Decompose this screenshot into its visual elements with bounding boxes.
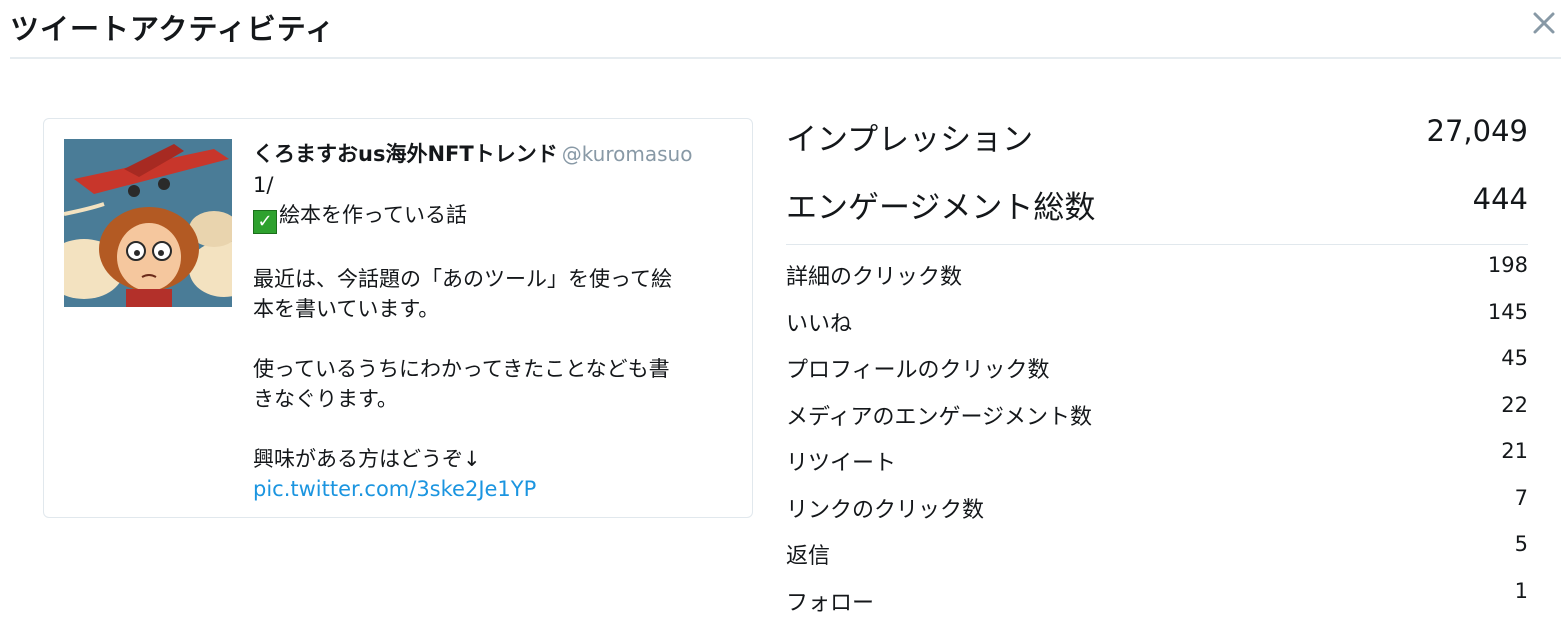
stat-label: メディアのエンゲージメント数	[786, 404, 1093, 430]
modal-header: ツイートアクティビティ	[10, 0, 1561, 59]
stat-value: 45	[1501, 346, 1528, 370]
stat-row-retweets: リツイート 21	[786, 439, 1528, 486]
stat-row-media-engagements: メディアのエンゲージメント数 22	[786, 393, 1528, 440]
close-icon	[1533, 12, 1555, 34]
stat-row-profile-clicks: プロフィールのクリック数 45	[786, 346, 1528, 393]
tweet-media-link[interactable]: pic.twitter.com/3ske2Je1YP	[253, 477, 536, 501]
stats-panel: インプレッション 27,049 エンゲージメント総数 444 詳細のクリック数 …	[786, 110, 1528, 625]
stat-value: 145	[1487, 299, 1528, 324]
stat-row-follows: フォロー 1	[786, 579, 1528, 626]
tweet-paragraph-1: 最近は、今話題の「あのツール」を使って絵 本を書いています。	[253, 267, 672, 321]
illustrated-avatar	[64, 139, 232, 307]
author-name[interactable]: くろますおus海外NFTトレンド	[253, 142, 558, 166]
stat-row-replies: 返信 5	[786, 532, 1528, 579]
impressions-label: インプレッション	[786, 122, 1034, 158]
stat-value: 5	[1514, 532, 1528, 556]
stat-value: 7	[1514, 485, 1528, 510]
author-handle[interactable]: @kuromasuo	[562, 142, 693, 166]
stat-row-likes: いいね 145	[786, 300, 1528, 347]
tweet-paragraph-2: 使っているうちにわかってきたことなども書 きなぐります。	[253, 357, 670, 411]
stat-value: 198	[1487, 253, 1528, 277]
tweet-body: くろますおus海外NFTトレンド @kuromasuo 1/ ✓ 絵本を作っている話…	[253, 139, 728, 504]
stat-row-detail-clicks: 詳細のクリック数 198	[786, 253, 1528, 300]
tweet-image[interactable]	[64, 139, 232, 307]
stat-label: リツイート	[786, 451, 897, 476]
stat-label: 返信	[786, 544, 831, 569]
tweet-line-1: 1/	[253, 173, 274, 197]
check-mark-icon: ✓	[253, 210, 277, 234]
stat-label: リンクのクリック数	[786, 497, 985, 523]
engagements-value: 444	[1472, 182, 1528, 216]
tweet-line-2: ✓ 絵本を作っている話	[253, 200, 728, 234]
stat-value: 1	[1514, 578, 1528, 603]
tweet-card[interactable]: くろますおus海外NFTトレンド @kuromasuo 1/ ✓ 絵本を作っている話…	[43, 118, 753, 518]
impressions-stat: インプレッション 27,049	[786, 110, 1528, 178]
stat-label: いいね	[786, 311, 853, 337]
impressions-value: 27,049	[1426, 114, 1528, 148]
engagements-label: エンゲージメント総数	[786, 190, 1096, 226]
stat-row-link-clicks: リンクのクリック数 7	[786, 486, 1528, 533]
stat-label: 詳細のクリック数	[786, 265, 963, 290]
stat-value: 21	[1501, 439, 1528, 463]
tweet-author: くろますおus海外NFTトレンド @kuromasuo	[253, 139, 728, 170]
close-button[interactable]	[1529, 8, 1559, 38]
engagements-stat: エンゲージメント総数 444	[786, 178, 1528, 246]
page-title: ツイートアクティビティ	[10, 12, 336, 46]
stat-label: プロフィールのクリック数	[786, 358, 1050, 383]
stat-value: 22	[1501, 392, 1528, 417]
tweet-paragraph-3: 興味がある方はどうぞ↓	[253, 447, 481, 471]
tweet-line-2-text: 絵本を作っている話	[279, 203, 467, 227]
stat-label: フォロー	[786, 590, 875, 616]
